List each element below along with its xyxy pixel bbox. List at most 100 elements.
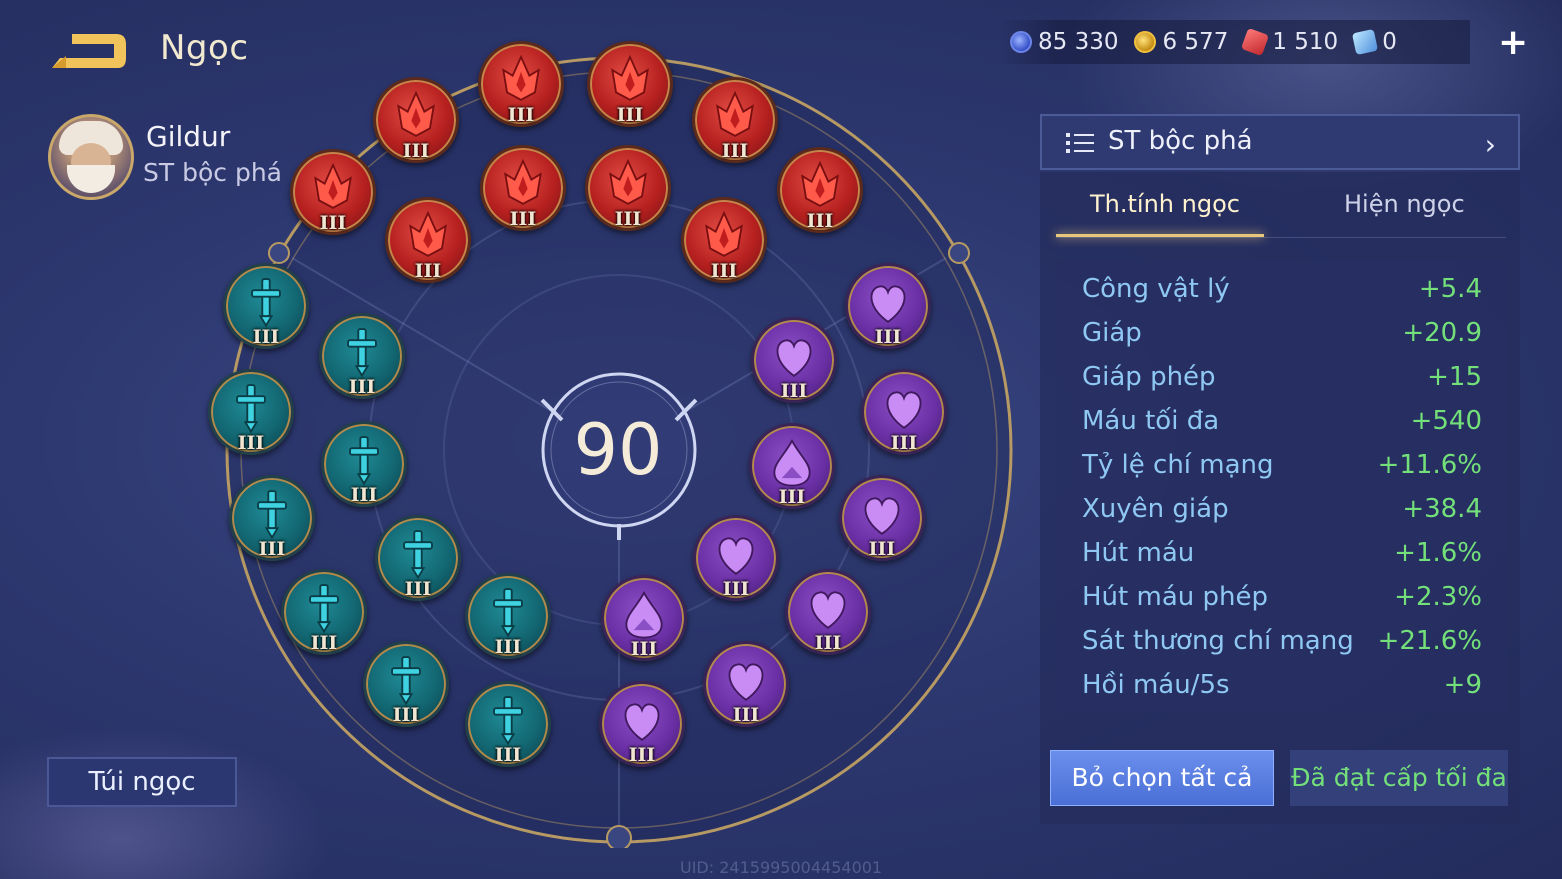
stat-row: Xuyên giáp +38.4	[1082, 494, 1482, 538]
gem-tier-label: III	[350, 484, 378, 506]
gem-tier-label: III	[616, 104, 644, 126]
stat-label: Hút máu phép	[1082, 582, 1268, 612]
gem-slot[interactable]: III	[681, 197, 767, 283]
gem-tier-label: III	[780, 380, 808, 402]
gem-slot[interactable]: III	[290, 149, 376, 235]
gem-slot[interactable]: III	[375, 515, 461, 601]
stat-label: Giáp	[1082, 318, 1142, 348]
gem-slot[interactable]: III	[319, 313, 405, 399]
gem-slot[interactable]: III	[208, 369, 294, 455]
preset-selector[interactable]: ST bộc phá ›	[1040, 114, 1520, 170]
gem-slot[interactable]: III	[585, 145, 671, 231]
gem-tier-label: III	[348, 376, 376, 398]
gem-tier-label: III	[874, 326, 902, 348]
gem-tier-label: III	[778, 486, 806, 508]
active-tab-indicator	[1056, 234, 1264, 237]
currency-value: 0	[1382, 29, 1397, 55]
gem-slot[interactable]: III	[321, 421, 407, 507]
gem-tier-label: III	[814, 632, 842, 654]
stat-row: Giáp phép +15	[1082, 362, 1482, 406]
gem-tier-label: III	[890, 432, 918, 454]
stat-label: Tỷ lệ chí mạng	[1082, 450, 1274, 480]
gem-slot[interactable]: III	[845, 263, 931, 349]
gem-tier-label: III	[310, 632, 338, 654]
gem-tier-label: III	[868, 538, 896, 560]
gem-slot[interactable]: III	[373, 77, 459, 163]
stat-value: +540	[1410, 406, 1482, 436]
gem-tier-label: III	[404, 578, 432, 600]
stat-row: Hồi máu/5s +9	[1082, 670, 1482, 714]
stat-value: +21.6%	[1377, 626, 1482, 656]
stat-label: Xuyên giáp	[1082, 494, 1229, 524]
back-arrow-icon	[52, 34, 126, 68]
stat-label: Hồi máu/5s	[1082, 670, 1230, 700]
gem-slot[interactable]: III	[363, 641, 449, 727]
currency-value: 6 577	[1162, 29, 1229, 55]
stat-value: +5.4	[1418, 274, 1482, 304]
stat-label: Máu tối đa	[1082, 406, 1220, 436]
gem-slot[interactable]: III	[692, 77, 778, 163]
gem-slot[interactable]: III	[785, 569, 871, 655]
stat-value: +20.9	[1402, 318, 1482, 348]
stat-row: Máu tối đa +540	[1082, 406, 1482, 450]
gem-slot[interactable]: III	[693, 515, 779, 601]
gem-slot[interactable]: III	[703, 641, 789, 727]
gem-slot[interactable]: III	[223, 263, 309, 349]
user-id-label: UID: 2415995004454001	[680, 858, 883, 877]
gem-slot[interactable]: III	[480, 145, 566, 231]
gem-slot[interactable]: III	[465, 681, 551, 767]
gem-slot[interactable]: III	[229, 475, 315, 561]
gem-tier-label: III	[252, 326, 280, 348]
gem-slot[interactable]: III	[385, 197, 471, 283]
stat-row: Sát thương chí mạng +21.6%	[1082, 626, 1482, 670]
gem-tier-label: III	[392, 704, 420, 726]
gem-slot[interactable]: III	[749, 423, 835, 509]
gem-tier-label: III	[628, 744, 656, 766]
stat-label: Sát thương chí mạng	[1082, 626, 1354, 656]
gem-tier-label: III	[630, 638, 658, 660]
gem-slot[interactable]: III	[751, 317, 837, 403]
gem-tier-label: III	[732, 704, 760, 726]
gem-tier-label: III	[507, 104, 535, 126]
gem-tier-label: III	[710, 260, 738, 282]
back-button[interactable]	[46, 28, 130, 74]
tab-gem-attributes[interactable]: Th.tính ngọc	[1090, 190, 1240, 218]
gem-tier-label: III	[258, 538, 286, 560]
list-icon	[1066, 133, 1094, 153]
currency-blue-coin: 85 330	[1010, 29, 1118, 55]
currency-value: 85 330	[1038, 29, 1119, 55]
stat-value: +9	[1443, 670, 1482, 700]
gem-tier-label: III	[402, 140, 430, 162]
stat-value: +11.6%	[1377, 450, 1482, 480]
gem-slot[interactable]: III	[587, 41, 673, 127]
gem-slot[interactable]: III	[777, 147, 863, 233]
add-currency-button[interactable]: +	[1498, 22, 1528, 63]
stat-row: Tỷ lệ chí mạng +11.6%	[1082, 450, 1482, 494]
hero-avatar[interactable]	[48, 114, 134, 200]
stat-label: Giáp phép	[1082, 362, 1216, 392]
gem-tier-label: III	[614, 208, 642, 230]
tab-show-gems[interactable]: Hiện ngọc	[1344, 190, 1465, 218]
gem-slot[interactable]: III	[599, 681, 685, 767]
preset-name: ST bộc phá	[1108, 126, 1253, 156]
tab-divider	[1056, 237, 1506, 238]
gem-slot[interactable]: III	[861, 369, 947, 455]
gem-slot[interactable]: III	[601, 575, 687, 661]
gem-tier-label: III	[494, 744, 522, 766]
gem-slot[interactable]: III	[839, 475, 925, 561]
gem-slot[interactable]: III	[465, 573, 551, 659]
currency-value: 1 510	[1272, 29, 1339, 55]
gem-bag-button[interactable]: Túi ngọc	[47, 757, 237, 807]
stat-row: Hút máu +1.6%	[1082, 538, 1482, 582]
gem-slot[interactable]: III	[281, 569, 367, 655]
chevron-right-icon: ›	[1484, 128, 1496, 161]
currency-gold-coin: 6 577	[1134, 29, 1228, 55]
stat-row: Hút máu phép +2.3%	[1082, 582, 1482, 626]
deselect-all-button[interactable]: Bỏ chọn tất cả	[1050, 750, 1274, 806]
gem-tier-label: III	[721, 140, 749, 162]
gem-tier-label: III	[414, 260, 442, 282]
gem-slot[interactable]: III	[478, 41, 564, 127]
gem-tier-label: III	[722, 578, 750, 600]
currency-red-gem: 1 510	[1241, 27, 1339, 57]
voucher-icon	[1352, 28, 1379, 56]
